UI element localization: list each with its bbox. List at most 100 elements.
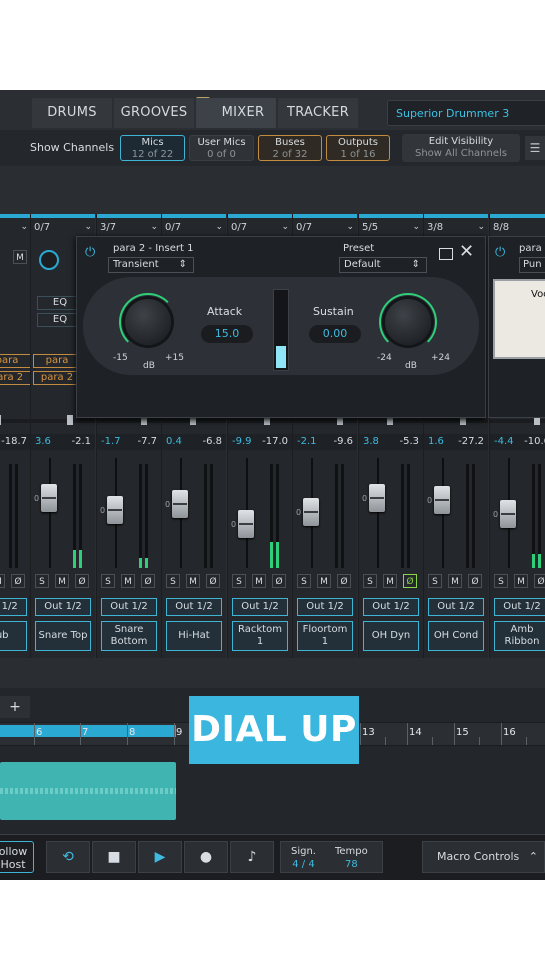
chevron-down-icon[interactable]: ⌄ [84, 222, 92, 232]
menu-icon[interactable]: ☰ [525, 136, 545, 160]
channel-name[interactable]: Amb Ribbon [494, 621, 545, 651]
mute-button[interactable]: M [383, 574, 397, 588]
volume-fader[interactable] [107, 496, 123, 524]
output-button[interactable]: Out 1/2 [428, 598, 484, 616]
solo-button[interactable]: S [166, 574, 180, 588]
plugin-type-select[interactable]: Transient ⇕ [108, 257, 194, 273]
volume-fader[interactable] [303, 498, 319, 526]
output-button[interactable]: Out 1/2 [494, 598, 545, 616]
solo-button[interactable]: S [428, 574, 442, 588]
volume-fader[interactable] [500, 500, 516, 528]
preset-select[interactable]: Default ⇕ [339, 257, 427, 273]
loop-icon[interactable]: ⟲ [46, 841, 90, 873]
chevron-down-icon[interactable]: ⌄ [281, 222, 289, 232]
edit-visibility-button[interactable]: Edit Visibility Show All Channels [402, 134, 520, 162]
pan-slider[interactable] [424, 419, 488, 423]
phase-button[interactable]: Ø [468, 574, 482, 588]
mute-small-button[interactable]: M [13, 250, 27, 264]
follow-host-button[interactable]: ollow Host [0, 841, 34, 873]
output-button[interactable]: Out 1/2 [0, 598, 27, 616]
chevron-down-icon[interactable]: ⌄ [346, 222, 354, 232]
phase-button[interactable]: Ø [141, 574, 155, 588]
output-button[interactable]: Out 1/2 [232, 598, 288, 616]
tab-drums[interactable]: DRUMS [32, 98, 112, 128]
filter-user-mics-button[interactable]: User Mics 0 of 0 [189, 135, 254, 161]
pan-slider[interactable] [97, 419, 161, 423]
sign-tempo-box[interactable]: Sign. 4 / 4 Tempo 78 [280, 841, 383, 873]
pan-handle[interactable] [67, 415, 73, 425]
chevron-down-icon[interactable]: ⌄ [20, 222, 28, 232]
filter-outputs-button[interactable]: Outputs 1 of 16 [326, 135, 390, 161]
mute-button[interactable]: M [514, 574, 528, 588]
filter-buses-button[interactable]: Buses 2 of 32 [258, 135, 322, 161]
output-button[interactable]: Out 1/2 [363, 598, 419, 616]
volume-fader[interactable] [172, 490, 188, 518]
midi-clip[interactable] [0, 762, 176, 820]
insert-para-2[interactable]: para 2 [33, 371, 81, 385]
pan-slider[interactable] [293, 419, 357, 423]
channel-name[interactable]: Sub [0, 621, 27, 651]
filter-mics-button[interactable]: Mics 12 of 22 [120, 135, 185, 161]
pan-slider[interactable] [228, 419, 292, 423]
volume-fader[interactable] [369, 484, 385, 512]
stop-icon[interactable]: ■ [92, 841, 136, 873]
insert-para[interactable]: para [0, 354, 31, 368]
mute-button[interactable]: M [317, 574, 331, 588]
routing-label[interactable]: 3/8 [427, 222, 443, 233]
channel-name[interactable]: OH Dyn [363, 621, 419, 651]
routing-label[interactable]: 8/8 [493, 222, 509, 233]
tab-mixer[interactable]: MIXER [196, 98, 276, 128]
output-button[interactable]: Out 1/2 [297, 598, 353, 616]
power-icon[interactable]: ⏻ [495, 245, 505, 260]
routing-label[interactable]: 0/7 [34, 222, 50, 233]
phase-button[interactable]: Ø [75, 574, 89, 588]
chevron-down-icon[interactable]: ⌄ [477, 222, 485, 232]
mute-button[interactable]: M [252, 574, 266, 588]
volume-fader[interactable] [41, 484, 57, 512]
sustain-knob[interactable] [385, 299, 431, 345]
chevron-down-icon[interactable]: ⌄ [215, 222, 223, 232]
volume-fader[interactable] [434, 486, 450, 514]
attack-value[interactable]: 15.0 [201, 325, 253, 343]
tab-grooves[interactable]: GROOVES [114, 98, 194, 128]
solo-button[interactable]: S [232, 574, 246, 588]
pan-slider[interactable] [31, 419, 95, 423]
channel-name[interactable]: Floortom 1 [297, 621, 353, 651]
solo-button[interactable]: S [35, 574, 49, 588]
phase-button[interactable]: Ø [337, 574, 351, 588]
channel-name[interactable]: Hi-Hat [166, 621, 222, 651]
pan-handle[interactable] [0, 415, 1, 425]
add-track-button[interactable]: + [0, 696, 30, 718]
routing-label[interactable]: 0/7 [165, 222, 181, 233]
mute-button[interactable]: M [0, 574, 5, 588]
attack-knob[interactable] [125, 299, 171, 345]
solo-button[interactable]: S [101, 574, 115, 588]
solo-button[interactable]: S [494, 574, 508, 588]
plugin2-select[interactable]: Pun [519, 257, 545, 273]
channel-name[interactable]: OH Cond [428, 621, 484, 651]
close-icon[interactable]: ✕ [459, 243, 474, 261]
gain-knob[interactable] [39, 250, 59, 270]
channel-name[interactable]: Snare Top [35, 621, 91, 651]
record-icon[interactable]: ● [184, 841, 228, 873]
solo-button[interactable]: S [363, 574, 377, 588]
window-icon[interactable] [439, 248, 453, 260]
product-selector[interactable]: Superior Drummer 3 [387, 100, 545, 126]
output-button[interactable]: Out 1/2 [166, 598, 222, 616]
mute-button[interactable]: M [121, 574, 135, 588]
insert-para-2[interactable]: para 2 [0, 371, 31, 385]
macro-controls-button[interactable]: Macro Controls ⌃ [422, 841, 545, 873]
chevron-down-icon[interactable]: ⌄ [150, 222, 158, 232]
chevron-down-icon[interactable]: ⌄ [412, 222, 420, 232]
phase-button[interactable]: Ø [206, 574, 220, 588]
play-icon[interactable]: ▶ [138, 841, 182, 873]
routing-label[interactable]: 0/7 [296, 222, 312, 233]
solo-button[interactable]: S [297, 574, 311, 588]
metronome-icon[interactable]: ♪ [230, 841, 274, 873]
power-icon[interactable]: ⏻ [85, 245, 95, 260]
phase-button[interactable]: Ø [11, 574, 25, 588]
mute-button[interactable]: M [186, 574, 200, 588]
mute-button[interactable]: M [448, 574, 462, 588]
phase-button[interactable]: Ø [534, 574, 545, 588]
pan-slider[interactable] [0, 419, 31, 423]
